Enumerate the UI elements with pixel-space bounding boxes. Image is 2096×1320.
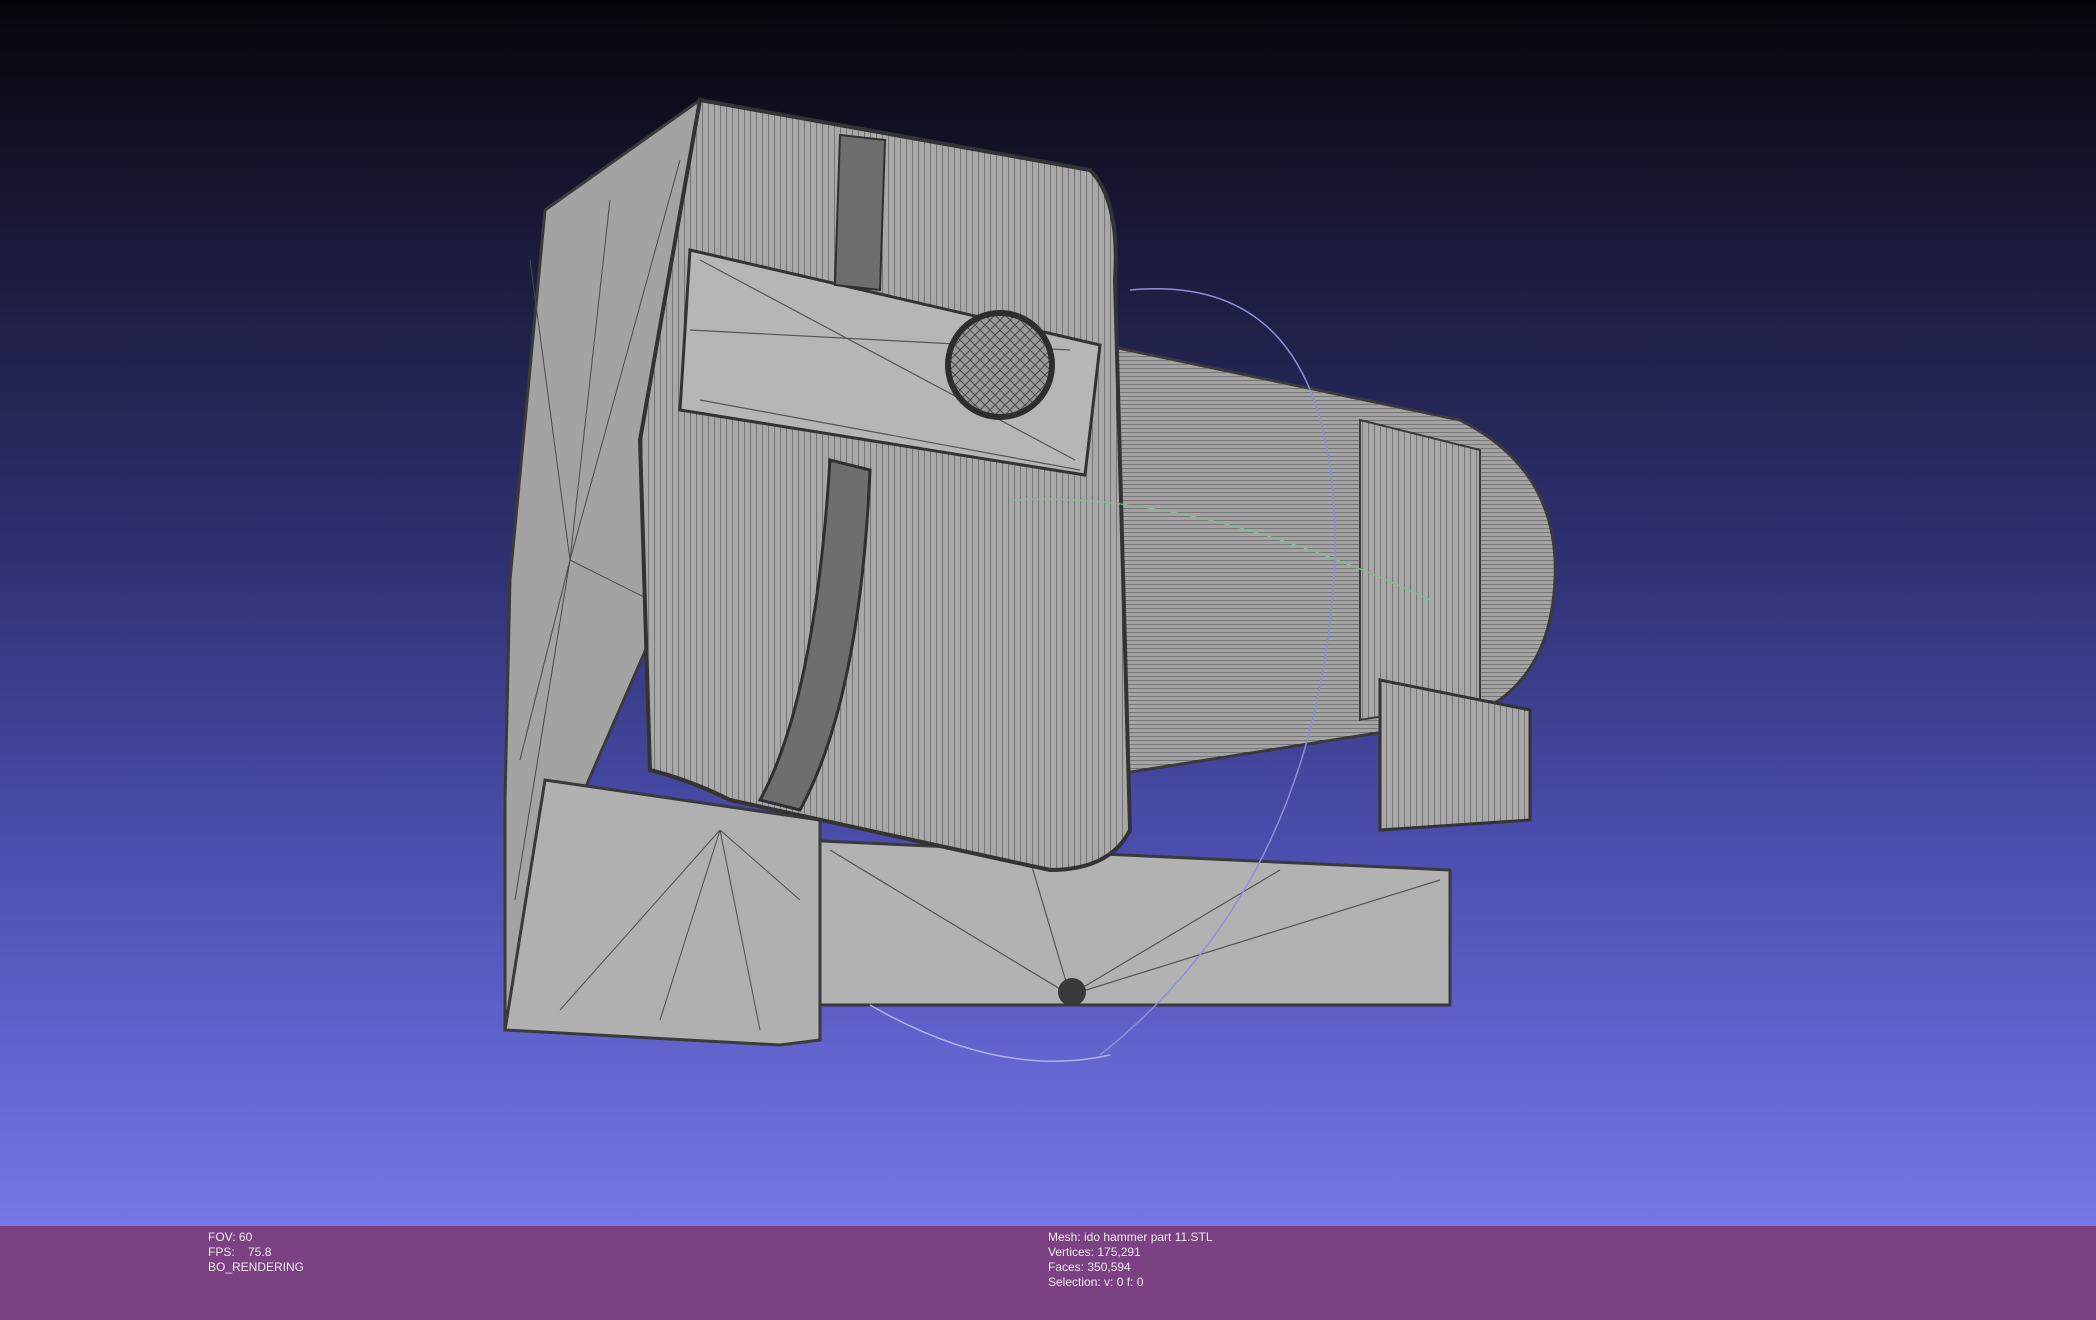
mesh-render[interactable] — [0, 0, 2096, 1226]
mesh-base — [798, 838, 1452, 1007]
mesh-name-text: Mesh: ido hammer part 11.STL — [1048, 1230, 1213, 1244]
render-info: FOV: 60 FPS: 75.8 BO_RENDERING — [208, 1230, 304, 1275]
fps-text: FPS: 75.8 — [208, 1245, 272, 1259]
status-info-bar: FOV: 60 FPS: 75.8 BO_RENDERING Mesh: ido… — [0, 1226, 2096, 1320]
render-mode-text: BO_RENDERING — [208, 1260, 305, 1274]
faces-text: Faces: 350,594 — [1048, 1260, 1131, 1274]
mesh-main-body — [637, 97, 1133, 873]
mesh-coil — [1378, 678, 1532, 832]
3d-viewport[interactable] — [0, 0, 2096, 1226]
selection-text: Selection: v: 0 f: 0 — [1048, 1275, 1144, 1289]
fov-text: FOV: 60 — [208, 1230, 253, 1244]
mesh-info: Mesh: ido hammer part 11.STL Vertices: 1… — [1048, 1230, 1213, 1290]
vertices-text: Vertices: 175,291 — [1048, 1245, 1141, 1259]
mesh-lower-left — [503, 778, 822, 1047]
mesh-knob — [945, 310, 1055, 420]
